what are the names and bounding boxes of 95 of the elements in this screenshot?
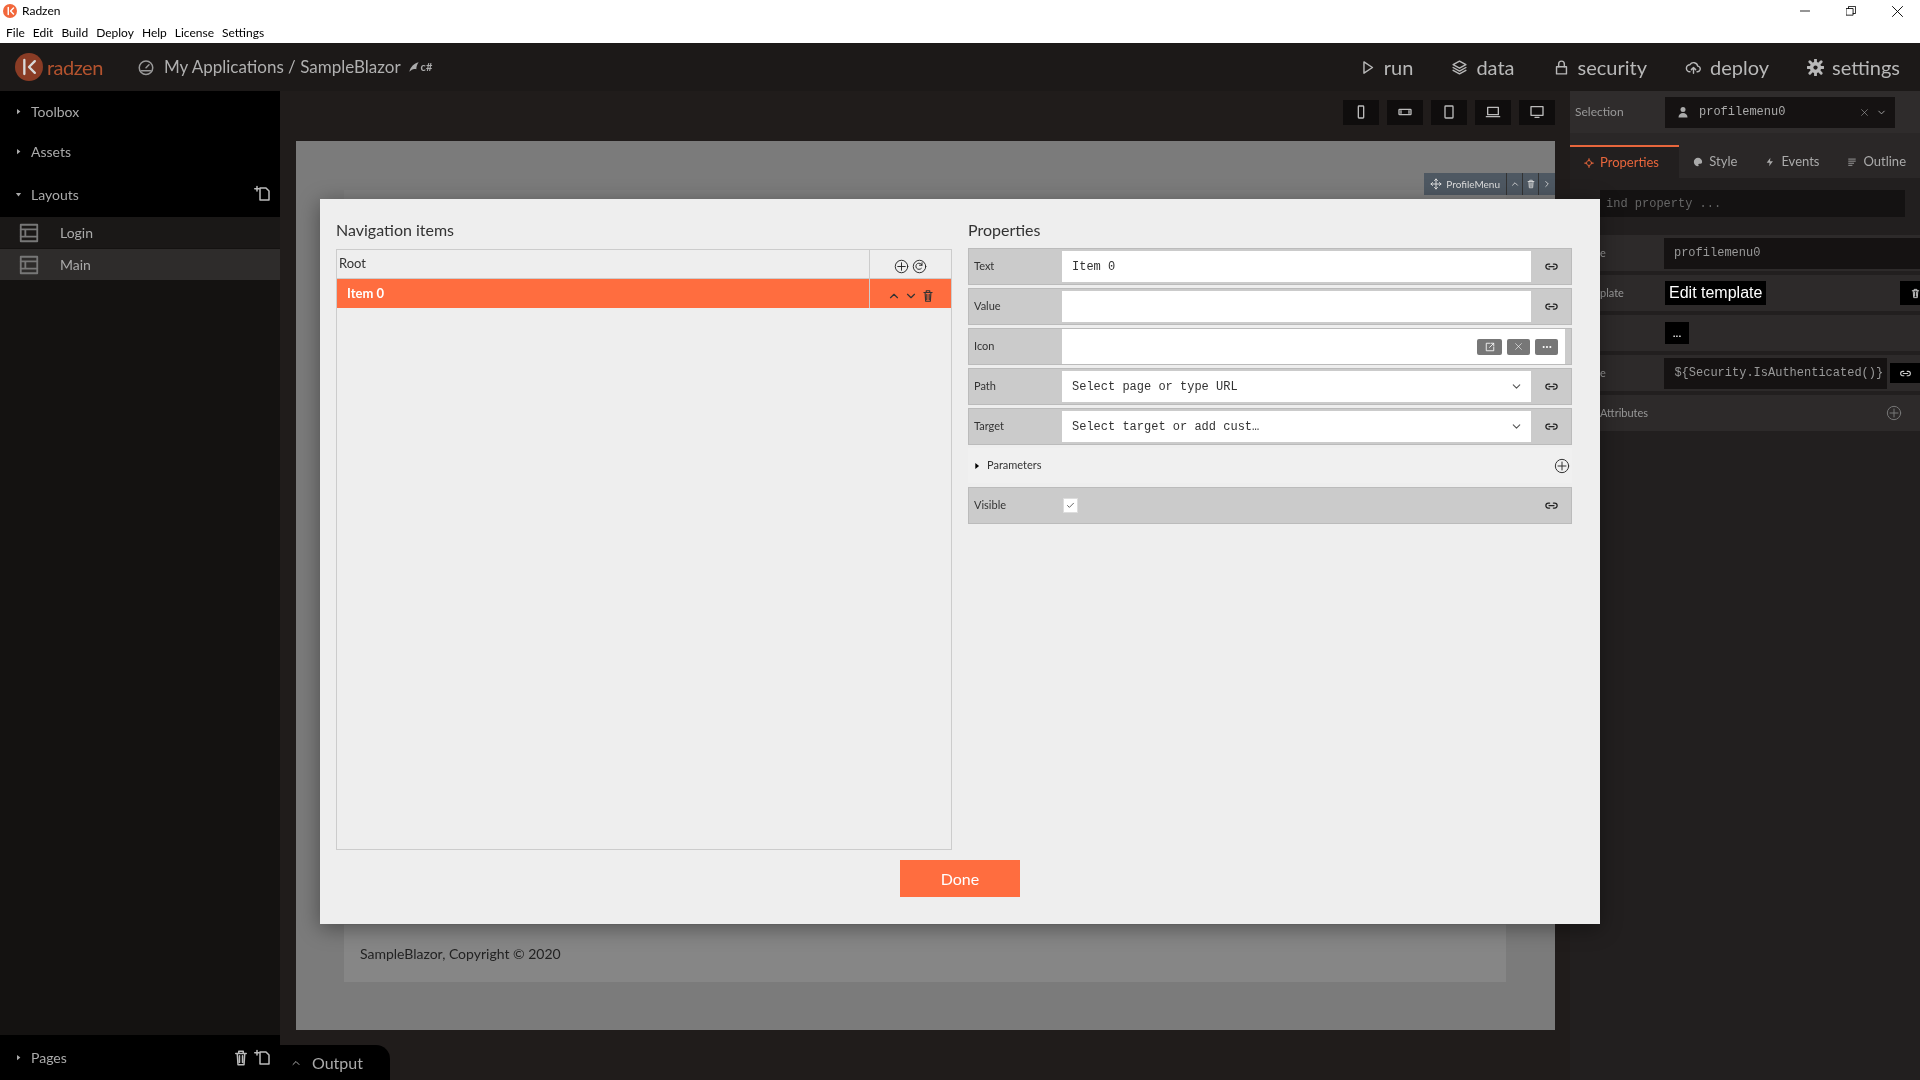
trash-icon: [1909, 287, 1920, 299]
field-label: Visible: [973, 497, 1008, 514]
clear-icon[interactable]: [1861, 108, 1868, 116]
dropdown-field[interactable]: Select page or type URL: [1062, 371, 1531, 402]
list-icon: [1847, 156, 1858, 167]
logo-text: radzen: [47, 54, 103, 81]
field-label: Path: [973, 378, 997, 395]
device-button[interactable]: [1475, 99, 1511, 125]
layout-item[interactable]: Login: [0, 217, 280, 248]
check-icon: [1066, 501, 1075, 510]
logo-icon: [15, 53, 43, 81]
menu-item[interactable]: Edit: [28, 23, 58, 42]
device-button[interactable]: [1431, 99, 1467, 125]
more-button[interactable]: [1535, 338, 1558, 355]
component-name: ProfileMenu: [1446, 176, 1500, 192]
tablet-icon: [1441, 104, 1457, 120]
menu-item[interactable]: License: [170, 23, 218, 42]
layout-icon: [17, 253, 41, 276]
clear-button[interactable]: [1507, 338, 1530, 355]
move-icon[interactable]: [1430, 178, 1443, 190]
menu-item[interactable]: Build: [57, 23, 93, 42]
field-label: Icon: [973, 338, 996, 355]
device-button[interactable]: [1519, 99, 1555, 125]
trash-icon[interactable]: [920, 288, 935, 303]
menu-item[interactable]: Help: [137, 23, 171, 42]
app-logo-icon: [3, 4, 17, 18]
field-label: Text: [973, 258, 996, 275]
nav-link[interactable]: data: [1451, 52, 1515, 82]
section-header[interactable]: Toolbox: [0, 91, 280, 131]
new-file-icon[interactable]: [254, 1047, 272, 1068]
external-link-icon: [1484, 341, 1495, 352]
trash-icon: [1525, 179, 1536, 189]
output-tab[interactable]: Output: [280, 1045, 390, 1080]
menu-item[interactable]: Deploy: [92, 23, 138, 42]
nav-link[interactable]: settings: [1807, 52, 1900, 82]
property-label: e: [1600, 244, 1607, 261]
layers-icon: [1451, 58, 1469, 76]
property-label: Attributes: [1600, 404, 1650, 421]
close-icon: [1515, 343, 1522, 350]
nav-link[interactable]: security: [1552, 52, 1647, 82]
more-button[interactable]: ...: [1665, 322, 1689, 344]
selection-label: Selection: [1575, 103, 1625, 121]
panel-tab[interactable]: Outline: [1833, 145, 1920, 178]
chevron-up-icon: [1509, 179, 1520, 189]
panel-tab[interactable]: Properties: [1570, 145, 1680, 178]
monitor-icon: [1529, 104, 1545, 120]
selection-dropdown[interactable]: profilemenu0: [1665, 96, 1895, 128]
checkbox[interactable]: [1063, 498, 1078, 513]
laptop-icon: [1485, 104, 1501, 120]
window-title: Radzen: [22, 2, 61, 20]
add-icon[interactable]: [894, 258, 909, 274]
property-value-field[interactable]: profilemenu0: [1663, 237, 1920, 269]
breadcrumb[interactable]: My Applications / SampleBlazor: [164, 54, 401, 80]
copyright-text: SampleBlazor, Copyright © 2020: [360, 944, 561, 964]
close-icon: [1891, 5, 1903, 17]
settings-icon: [1807, 58, 1824, 76]
dashboard-icon[interactable]: [137, 58, 155, 76]
expression-field[interactable]: ${Security.IsAuthenticated()}: [1664, 357, 1888, 389]
refresh-icon[interactable]: [912, 258, 927, 274]
section-header[interactable]: Assets: [0, 131, 280, 171]
add-icon[interactable]: [1554, 457, 1570, 474]
device-button[interactable]: [1343, 99, 1379, 125]
open-button[interactable]: [1477, 338, 1502, 355]
icon-field[interactable]: [1062, 329, 1565, 364]
text-field[interactable]: Item 0: [1062, 251, 1531, 282]
layout-item[interactable]: Main: [0, 249, 280, 280]
menu-item[interactable]: File: [2, 23, 29, 42]
menu-item[interactable]: Settings: [218, 23, 269, 42]
palette-icon: [1693, 156, 1704, 167]
panel-tab[interactable]: Events: [1751, 145, 1834, 178]
layout-icon: [17, 221, 41, 244]
language-label: c#: [420, 58, 433, 75]
property-label: plate: [1600, 284, 1625, 301]
dropdown-field[interactable]: Select target or add cust…: [1062, 411, 1531, 442]
restore-icon: [1846, 6, 1856, 16]
edit-template-button[interactable]: Edit template: [1665, 281, 1767, 305]
property-label: e: [1600, 364, 1607, 381]
bind-button[interactable]: [1890, 363, 1920, 383]
field-label: Target: [973, 418, 1005, 435]
person-icon: [1677, 106, 1689, 118]
property-search-field[interactable]: ind property ...: [1600, 190, 1905, 217]
device-button[interactable]: [1387, 99, 1423, 125]
chevron-right-icon: [1542, 179, 1552, 189]
nav-link[interactable]: deploy: [1685, 52, 1769, 82]
nav-link[interactable]: run: [1358, 52, 1414, 82]
lightning-icon: [1765, 156, 1776, 167]
field-label: Value: [973, 298, 1002, 315]
tree-row[interactable]: Root: [337, 250, 951, 279]
section-title: Navigation items: [336, 219, 456, 241]
section-title: Properties: [968, 218, 1042, 241]
section-header[interactable]: Layouts: [0, 171, 280, 217]
new-file-icon[interactable]: [254, 184, 272, 204]
panel-tab[interactable]: Style: [1679, 145, 1752, 178]
text-field[interactable]: [1062, 291, 1531, 322]
section-header[interactable]: Pages: [0, 1035, 280, 1080]
